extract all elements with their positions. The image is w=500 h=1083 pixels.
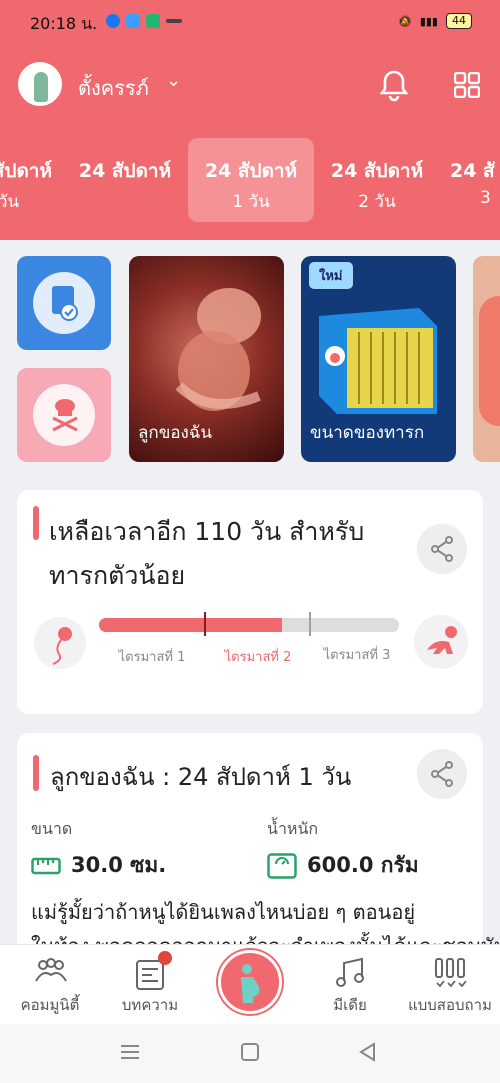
ruler-icon	[31, 857, 61, 874]
fetus-image	[175, 288, 261, 411]
status-bar: 20:18 น. 🔕 ▮▮▮ 44	[0, 0, 500, 44]
back-icon[interactable]	[358, 1042, 378, 1062]
trimester-3-label: ไตรมาสที่ 3	[323, 648, 391, 663]
tab-media[interactable]: มีเดีย	[300, 945, 400, 1025]
grid-menu-icon[interactable]	[454, 72, 480, 98]
weight-label: น้ำหนัก	[267, 819, 319, 838]
battery-icon: 44	[446, 13, 472, 29]
week-item[interactable]: 24 สั 3	[440, 138, 500, 222]
share-button[interactable]	[417, 524, 467, 574]
sperm-icon	[34, 617, 86, 669]
week-item[interactable]: 24 สัปดาห์	[62, 138, 188, 222]
tab-community[interactable]: คอมมูนิตี้	[0, 945, 100, 1025]
week-item-selected[interactable]: 24 สัปดาห์ 1 วัน	[188, 138, 314, 222]
feature-cards: ลูกของฉัน ใหม่ ขนาดของทารก	[0, 256, 500, 464]
scale-icon	[267, 852, 297, 879]
new-badge: ใหม่	[309, 262, 353, 289]
share-icon	[431, 536, 453, 562]
trimester-marker	[309, 612, 311, 636]
bell-icon[interactable]	[378, 68, 410, 102]
pregnancy-progress-bar	[99, 618, 399, 632]
accent-bar	[33, 506, 39, 540]
community-icon	[35, 958, 67, 982]
profile-name[interactable]: ตั้งครรภ์	[78, 72, 149, 104]
trimester-marker	[204, 612, 206, 636]
card-label: ลูกของฉัน	[138, 423, 213, 443]
trimester-1-label: ไตรมาสที่ 1	[118, 650, 186, 665]
header: ตั้งครรภ์ ⌄ สัปดาห์ วัน 24 สัปดาห์ 24 สั…	[0, 44, 500, 240]
countdown-title: เหลือเวลาอีก 110 วัน สำหรับทารกตัวน้อย	[49, 517, 365, 590]
notification-icons	[106, 14, 182, 28]
music-note-icon	[336, 957, 364, 987]
card-label: ขนาดของทารก	[310, 423, 425, 443]
size-value: 30.0 ซม.	[31, 849, 166, 882]
size-label: ขนาด	[31, 819, 73, 838]
app-icon	[126, 14, 140, 28]
baby-title: ลูกของฉัน : 24 สัปดาห์ 1 วัน	[50, 763, 352, 791]
tab-survey[interactable]: แบบสอบถาม	[400, 945, 500, 1025]
diary-button[interactable]	[17, 256, 111, 350]
pregnancy-home-button[interactable]	[218, 950, 282, 1014]
recipe-button[interactable]	[17, 368, 111, 462]
share-button[interactable]	[417, 749, 467, 799]
week-item[interactable]: 24 สัปดาห์ 2 วัน	[314, 138, 440, 222]
facebook-icon	[106, 14, 120, 28]
more-icon	[166, 19, 182, 23]
baby-size-illustration	[319, 308, 437, 414]
signal-icon: ▮▮▮	[419, 14, 438, 28]
weight-value: 600.0 กรัม	[267, 849, 419, 882]
trimester-2-label: ไตรมาสที่ 2	[224, 650, 292, 665]
book-check-icon	[52, 286, 78, 321]
avatar[interactable]	[18, 62, 62, 106]
pregnant-woman-icon	[241, 964, 260, 1003]
tab-articles[interactable]: บทความ	[100, 945, 200, 1025]
week-item[interactable]: สัปดาห์ วัน	[0, 138, 56, 222]
status-right: 🔕 ▮▮▮ 44	[398, 13, 472, 29]
system-nav-bar	[0, 1024, 500, 1083]
progress-fill	[99, 618, 282, 632]
chevron-down-icon[interactable]: ⌄	[166, 70, 181, 91]
baby-crawl-icon	[414, 615, 468, 669]
menu-icon[interactable]	[120, 1044, 140, 1060]
baby-info-panel: ลูกของฉัน : 24 สัปดาห์ 1 วัน ขนาด 30.0 ซ…	[17, 733, 500, 973]
notification-dot	[158, 951, 172, 965]
chef-hat-icon	[52, 399, 78, 432]
app-icon	[146, 14, 160, 28]
status-time: 20:18 น.	[30, 14, 98, 33]
countdown-panel: เหลือเวลาอีก 110 วัน สำหรับทารกตัวน้อย ไ…	[17, 490, 483, 714]
home-icon[interactable]	[240, 1042, 260, 1062]
my-baby-card[interactable]: ลูกของฉัน	[129, 256, 284, 462]
accent-bar	[33, 755, 39, 791]
more-card[interactable]	[473, 256, 500, 462]
mute-icon: 🔕	[398, 14, 412, 28]
week-selector: สัปดาห์ วัน 24 สัปดาห์ 24 สัปดาห์ 1 วัน …	[0, 138, 500, 224]
share-icon	[431, 761, 453, 787]
survey-icon	[435, 958, 467, 987]
baby-size-card[interactable]: ใหม่ ขนาดของทารก	[301, 256, 456, 462]
